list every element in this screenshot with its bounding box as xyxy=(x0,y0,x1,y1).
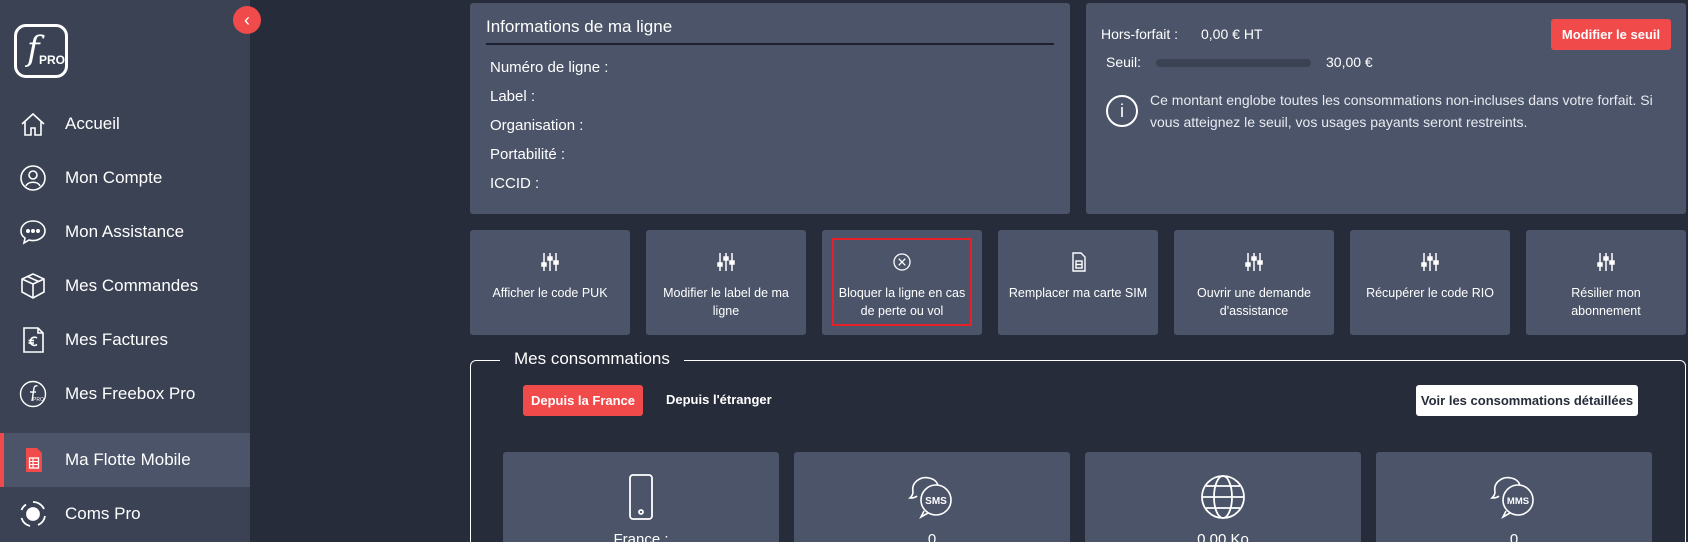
action-get-rio[interactable]: Récupérer le code RIO xyxy=(1350,230,1510,335)
sidebar-item-label: Mon Compte xyxy=(65,168,163,187)
sidebar-item-label: Coms Pro xyxy=(65,504,141,523)
sms-icon-text: SMS xyxy=(925,496,947,507)
sliders-icon xyxy=(1245,253,1263,271)
seuil-progress-bar xyxy=(1156,59,1311,67)
consumption-value: 0 xyxy=(1509,531,1519,542)
tab-from-abroad[interactable]: Depuis l'étranger xyxy=(666,392,772,407)
consumption-title: Mes consommations xyxy=(500,349,684,369)
action-label: Modifier le label de ma ligne xyxy=(663,286,789,318)
coms-pro-icon xyxy=(20,501,46,527)
sidebar-collapse-button[interactable]: ‹ xyxy=(233,6,261,34)
action-label: Ouvrir une demande d'assistance xyxy=(1197,286,1311,318)
consumption-value: 0 xyxy=(927,531,937,542)
sidebar-item-label: Mon Assistance xyxy=(65,222,185,241)
action-replace-sim[interactable]: Remplacer ma carte SIM xyxy=(998,230,1158,335)
line-info-title: Informations de ma ligne xyxy=(486,17,673,36)
threshold-note: Ce montant englobe toutes les consommati… xyxy=(1150,92,1653,130)
svg-text:PRO: PRO xyxy=(33,397,44,403)
seuil-label: Seuil: xyxy=(1106,54,1142,70)
sidebar-item-mon-assistance[interactable]: Mon Assistance xyxy=(0,205,250,259)
sidebar-item-label: Mes Commandes xyxy=(65,276,199,295)
divider xyxy=(486,43,1054,45)
globe-icon xyxy=(1201,475,1245,519)
sidebar-item-mes-commandes[interactable]: Mes Commandes xyxy=(0,259,250,313)
sidebar-item-mon-compte[interactable]: Mon Compte xyxy=(0,151,250,205)
sidebar-item-coms-pro[interactable]: Coms Pro xyxy=(0,487,250,541)
tab-from-france[interactable]: Depuis la France xyxy=(523,385,643,416)
seuil-value: 30,00 € xyxy=(1326,54,1373,70)
sms-icon: SMS xyxy=(908,476,952,520)
sidebar-item-ma-flotte-mobile[interactable]: Ma Flotte Mobile xyxy=(0,433,250,487)
line-label-label: Label : xyxy=(490,88,536,105)
portability-label: Portabilité : xyxy=(490,146,566,163)
action-label: Récupérer le code RIO xyxy=(1366,286,1494,300)
action-cancel-subscription[interactable]: Résilier mon abonnement xyxy=(1526,230,1686,335)
freebox-pro-logo[interactable]: f PRO xyxy=(14,24,68,78)
sim-card-icon xyxy=(26,448,42,472)
sliders-icon xyxy=(717,253,735,271)
sidebar-item-label: Ma Flotte Mobile xyxy=(65,450,191,469)
info-icon: i xyxy=(1106,95,1138,127)
sim-card-icon xyxy=(1072,252,1086,272)
mms-icon-text: MMS xyxy=(1507,496,1529,507)
action-label: Remplacer ma carte SIM xyxy=(1008,286,1148,300)
sidebar-item-mes-factures[interactable]: Mes Factures xyxy=(0,313,250,367)
user-icon xyxy=(20,165,46,191)
sliders-icon xyxy=(1597,253,1615,271)
action-label: Bloquer la ligne en cas de perte ou vol xyxy=(838,286,966,318)
sidebar-item-label: Mes Freebox Pro xyxy=(65,384,196,403)
consumption-card-calls: France : xyxy=(503,452,779,542)
box-icon xyxy=(21,273,45,299)
sliders-icon xyxy=(1421,253,1439,271)
spending-limit-panel: Hors-forfait : 0,00 € HT Seuil: 30,00 € … xyxy=(1086,3,1686,214)
block-circle-icon xyxy=(893,253,911,271)
sidebar-item-label: Mes Factures xyxy=(65,330,168,349)
mms-icon: MMS xyxy=(1490,476,1534,520)
organisation-label: Organisation : xyxy=(490,117,584,134)
sidebar-item-accueil[interactable]: Accueil xyxy=(0,97,250,151)
consumption-value: 0,00 Ko xyxy=(1197,531,1249,542)
line-info-panel: Informations de ma ligne Numéro de ligne… xyxy=(470,3,1070,214)
consumption-card-mms: MMS 0 xyxy=(1376,452,1652,542)
chevron-left-icon: ‹ xyxy=(244,9,250,30)
consumption-value: France : xyxy=(613,531,669,542)
action-open-support[interactable]: Ouvrir une demande d'assistance xyxy=(1174,230,1334,335)
action-label: Résilier mon abonnement xyxy=(1571,286,1641,318)
consumption-card-data: 0,00 Ko xyxy=(1085,452,1361,542)
sliders-icon xyxy=(541,253,559,271)
hors-forfait-value: 0,00 € HT xyxy=(1201,26,1263,42)
line-number-label: Numéro de ligne : xyxy=(490,59,609,76)
phone-icon xyxy=(629,474,653,520)
hors-forfait-label: Hors-forfait : xyxy=(1101,26,1179,42)
action-edit-label[interactable]: Modifier le label de ma ligne xyxy=(646,230,806,335)
sidebar-item-mes-freebox-pro[interactable]: PRO Mes Freebox Pro xyxy=(0,367,250,421)
invoice-euro-icon xyxy=(23,327,44,353)
sidebar-item-label: Accueil xyxy=(65,114,120,133)
sidebar: f PRO Accueil Mon Compte Mon Assistance … xyxy=(0,0,250,542)
freebox-pro-icon: PRO xyxy=(19,380,47,408)
action-label: Afficher le code PUK xyxy=(492,286,608,300)
chat-icon xyxy=(20,220,46,245)
consumption-card-sms: SMS 0 xyxy=(794,452,1070,542)
detailed-consumption-button[interactable]: Voir les consommations détaillées xyxy=(1416,385,1638,416)
home-icon xyxy=(21,112,45,136)
iccid-label: ICCID : xyxy=(490,175,540,192)
modify-threshold-button[interactable]: Modifier le seuil xyxy=(1551,19,1671,50)
action-block-line[interactable]: Bloquer la ligne en cas de perte ou vol xyxy=(822,230,982,335)
action-show-puk[interactable]: Afficher le code PUK xyxy=(470,230,630,335)
